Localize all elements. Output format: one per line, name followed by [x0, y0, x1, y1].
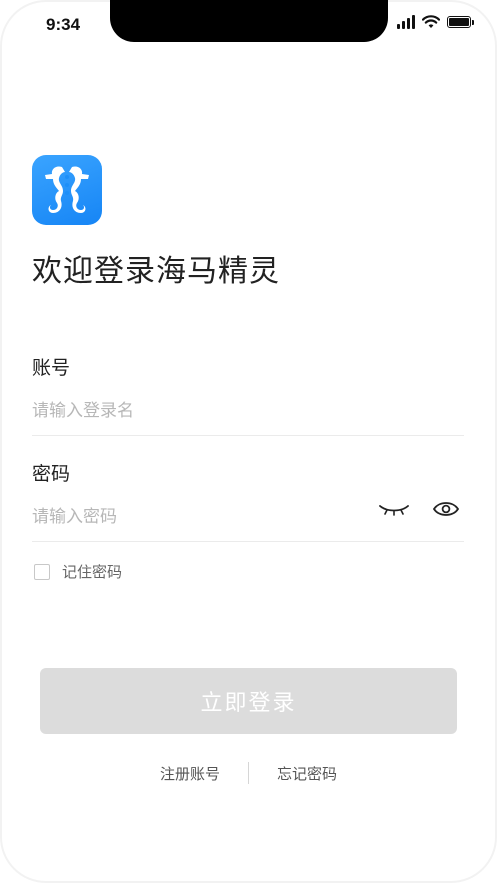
notch: [110, 0, 388, 42]
eye-closed-icon[interactable]: [378, 500, 410, 518]
footer-links: 注册账号 忘记密码: [0, 762, 497, 784]
wifi-icon: [422, 15, 440, 28]
phone-frame: [0, 0, 497, 883]
status-time: 9:34: [46, 15, 81, 34]
eye-open-icon[interactable]: [432, 499, 460, 519]
password-divider: [32, 541, 464, 542]
forgot-password-link[interactable]: 忘记密码: [277, 763, 337, 784]
account-divider: [32, 435, 464, 436]
password-label: 密码: [32, 463, 71, 485]
battery-icon: [447, 16, 474, 28]
password-input[interactable]: [32, 505, 362, 529]
remember-password[interactable]: 记住密码: [34, 561, 122, 582]
seahorse-logo-icon: [32, 155, 102, 225]
signal-icon: [397, 15, 415, 29]
status-icons: [397, 15, 474, 29]
remember-label: 记住密码: [62, 563, 123, 581]
account-input[interactable]: [32, 399, 464, 423]
login-button[interactable]: 立即登录: [40, 668, 457, 734]
remember-checkbox[interactable]: [34, 563, 50, 580]
footer-divider: [248, 762, 249, 784]
register-link[interactable]: 注册账号: [160, 763, 220, 784]
account-label: 账号: [32, 357, 71, 379]
page-title: 欢迎登录海马精灵: [32, 254, 280, 289]
